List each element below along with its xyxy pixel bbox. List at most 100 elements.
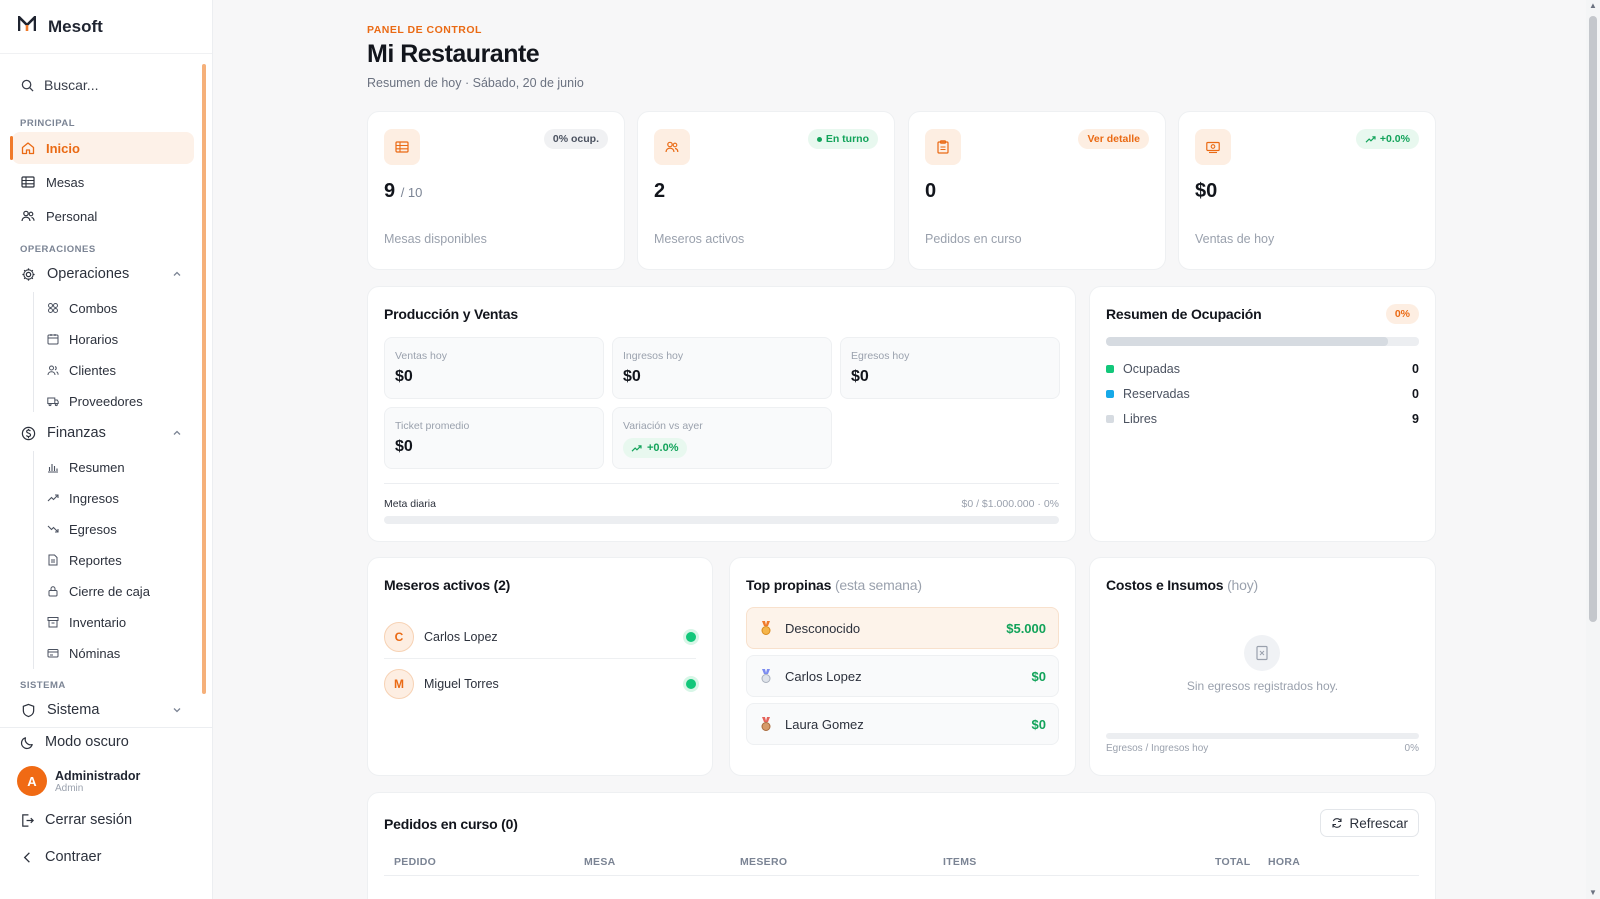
brand[interactable]: Mesoft <box>0 0 212 54</box>
view-detail-link[interactable]: Ver detalle <box>1078 129 1149 149</box>
bronze-medal-icon <box>761 717 771 731</box>
page-eyebrow: PANEL DE CONTROL <box>367 24 482 36</box>
sidebar-subitem-horarios[interactable]: Horarios <box>36 326 118 352</box>
table-header-mesero[interactable]: MESERO <box>740 856 787 868</box>
table-header-items[interactable]: ITEMS <box>943 856 977 868</box>
sidebar-subitem-inventario[interactable]: Inventario <box>36 609 126 635</box>
metric-egresos-hoy: Egresos hoy $0 <box>840 337 1060 399</box>
trend-up-icon <box>1365 135 1376 143</box>
card-icon <box>47 649 59 658</box>
metric-ventas-hoy: Ventas hoy $0 <box>384 337 604 399</box>
sidebar-subitem-resumen[interactable]: Resumen <box>36 454 125 480</box>
collapse-button[interactable]: Contraer <box>20 847 101 867</box>
legend-dot <box>1106 390 1114 398</box>
sidebar-subitem-proveedores[interactable]: Proveedores <box>36 388 143 414</box>
sidebar-group-operaciones[interactable]: Operaciones <box>12 258 194 290</box>
search-icon <box>21 79 34 92</box>
metric-ticket-promedio: Ticket promedio $0 <box>384 407 604 469</box>
table-header-pedido[interactable]: PEDIDO <box>394 856 436 868</box>
sidebar-footer: Modo oscuro A Administrador Admin Cerrar… <box>0 727 213 865</box>
section-label-principal: PRINCIPAL <box>20 118 75 129</box>
legend-row-libres: Libres 9 <box>1106 410 1419 428</box>
chevron-down-icon[interactable] <box>172 705 182 715</box>
ocupacion-badge: 0% <box>1385 304 1419 324</box>
list-item[interactable]: Carlos Lopez $0 <box>746 655 1059 697</box>
sidebar-item-personal[interactable]: Personal <box>12 200 194 232</box>
stat-card-mesas[interactable]: 0% ocup. 9 / 10 Mesas disponibles <box>367 111 625 270</box>
submenu-guide-line <box>33 292 34 412</box>
sidebar-subitem-clientes[interactable]: Clientes <box>36 357 116 383</box>
list-item[interactable]: M Miguel Torres <box>384 662 696 706</box>
tip-name: Laura Gomez <box>785 716 864 732</box>
stat-value-suffix: / 10 <box>400 185 423 200</box>
stat-card-pedidos[interactable]: Ver detalle 0 Pedidos en curso <box>908 111 1166 270</box>
page-title: Mi Restaurante <box>367 40 540 68</box>
card-title: Producción y Ventas <box>384 306 518 322</box>
sidebar-subitem-cierre-de-caja[interactable]: Cierre de caja <box>36 578 150 604</box>
window-scrollbar[interactable]: ▲ ▼ <box>1586 0 1600 899</box>
dark-mode-toggle[interactable]: Modo oscuro <box>20 730 129 754</box>
search-placeholder: Buscar... <box>44 77 99 93</box>
moon-icon <box>20 736 33 749</box>
chevron-left-icon <box>23 851 30 863</box>
silver-medal-icon <box>761 669 771 683</box>
page-subtitle: Resumen de hoy · Sábado, 20 de junio <box>367 76 584 90</box>
sidebar-subitem-label: Inventario <box>69 614 127 630</box>
table-header-hora[interactable]: HORA <box>1268 856 1300 868</box>
stat-card-meseros[interactable]: En turno 2 Meseros activos <box>637 111 895 270</box>
online-status-dot <box>686 631 696 642</box>
logout-button[interactable]: Cerrar sesión <box>20 810 132 830</box>
metric-value: $0 <box>851 368 869 385</box>
empty-state-text: Sin egresos registrados hoy. <box>1186 679 1339 693</box>
avatar: M <box>384 669 414 699</box>
window-scrollbar-thumb[interactable] <box>1589 16 1597 622</box>
sidebar-subitem-nominas[interactable]: Nóminas <box>36 640 120 666</box>
tip-amount: $5.000 <box>1006 620 1046 636</box>
list-item[interactable]: Laura Gomez $0 <box>746 703 1059 745</box>
list-item[interactable]: Desconocido $5.000 <box>746 607 1059 649</box>
sidebar-group-finanzas[interactable]: Finanzas <box>12 417 194 449</box>
chevron-up-icon[interactable] <box>172 269 182 279</box>
egresos-ratio-bar <box>1106 733 1419 739</box>
table-header-total[interactable]: TOTAL <box>1215 856 1251 868</box>
scroll-down-arrow-icon[interactable]: ▼ <box>1589 889 1597 897</box>
list-item[interactable]: C Carlos Lopez <box>384 615 696 659</box>
user-profile[interactable]: A Administrador Admin <box>17 766 140 796</box>
produccion-ventas-card: Producción y Ventas Ventas hoy $0 Ingres… <box>367 286 1076 542</box>
avatar: A <box>17 766 47 796</box>
table-header-divider <box>384 875 1419 876</box>
table-header-mesa[interactable]: MESA <box>584 856 616 868</box>
sidebar-item-mesas[interactable]: Mesas <box>12 166 194 198</box>
sidebar-item-label: Personal <box>46 208 98 224</box>
refresh-button[interactable]: Refrescar <box>1320 809 1419 837</box>
stat-card-ventas[interactable]: +0.0% $0 Ventas de hoy <box>1178 111 1436 270</box>
trend-down-icon <box>47 525 59 533</box>
stat-label: Ventas de hoy <box>1195 232 1275 246</box>
meta-progress-bar <box>384 516 1059 524</box>
sidebar-subitem-label: Reportes <box>69 552 122 568</box>
ocupacion-bar-fill <box>1106 337 1388 346</box>
stat-label: Pedidos en curso <box>925 232 1022 246</box>
sidebar-scrollbar[interactable] <box>202 64 206 694</box>
chevron-up-icon[interactable] <box>172 428 182 438</box>
sidebar-subitem-egresos[interactable]: Egresos <box>36 516 117 542</box>
submenu-guide-line <box>33 451 34 669</box>
gear-icon <box>22 267 35 281</box>
sidebar-group-sistema[interactable]: Sistema <box>12 694 194 726</box>
sidebar-subitem-reportes[interactable]: Reportes <box>36 547 122 573</box>
sidebar-item-label: Mesas <box>46 174 85 190</box>
trend-badge-label: +0.0% <box>1379 133 1410 145</box>
legend-row-ocupadas: Ocupadas 0 <box>1106 360 1419 378</box>
waiter-name: Carlos Lopez <box>424 629 498 644</box>
search-input[interactable]: Buscar... <box>12 66 200 104</box>
sidebar-subitem-ingresos[interactable]: Ingresos <box>36 485 119 511</box>
scroll-up-arrow-icon[interactable]: ▲ <box>1589 2 1597 10</box>
sidebar-item-inicio[interactable]: Inicio <box>10 132 194 164</box>
sidebar: Mesoft Buscar... PRINCIPAL Inicio Mesas … <box>0 0 213 899</box>
sidebar-subitem-label: Horarios <box>69 331 119 347</box>
legend-label: Reservadas <box>1123 387 1190 401</box>
archive-icon <box>47 617 59 628</box>
sidebar-subitem-combos[interactable]: Combos <box>36 295 117 321</box>
status-badge: 0% ocup. <box>543 129 608 149</box>
pedidos-en-curso-card: Pedidos en curso (0) Refrescar PEDIDO ME… <box>367 792 1436 899</box>
